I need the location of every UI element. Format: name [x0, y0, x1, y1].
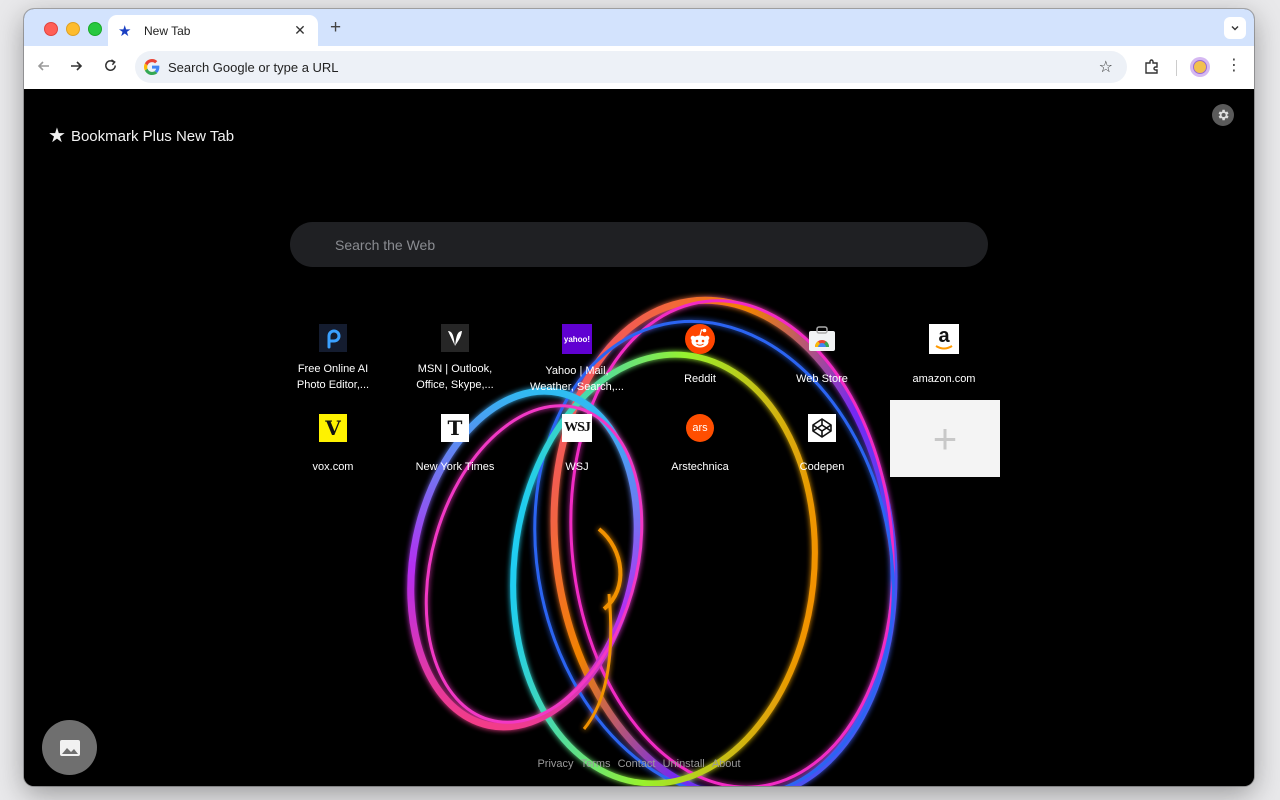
footer-link-about[interactable]: About	[712, 758, 741, 770]
footer-links: Privacy Terms Contact Uninstall About	[24, 758, 1254, 770]
arrow-left-icon	[37, 61, 49, 71]
browser-window: ★ New Tab ✕ + Search Google or type a UR…	[24, 9, 1254, 786]
forward-button[interactable]	[66, 58, 86, 79]
shortcut-codepen[interactable]: Codepen	[767, 414, 877, 490]
shortcut-web-store[interactable]: Web Store	[767, 324, 877, 400]
ars-icon: ars	[686, 414, 714, 442]
google-icon	[144, 59, 160, 75]
shortcut-label: MSN | Outlook, Office, Skype,...	[416, 363, 494, 391]
shortcut-label: vox.com	[312, 461, 354, 473]
shortcut-label: WSJ	[565, 461, 589, 473]
footer-link-contact[interactable]: Contact	[618, 758, 656, 770]
yahoo-icon-text: yahoo!	[563, 334, 591, 344]
tab-new-tab[interactable]: ★ New Tab ✕	[108, 15, 318, 46]
vox-icon: V	[319, 414, 347, 442]
image-icon	[59, 739, 80, 756]
shortcut-label: amazon.com	[912, 373, 976, 385]
tab-close-icon[interactable]: ✕	[292, 22, 308, 39]
reload-icon	[104, 59, 116, 71]
toolbar: Search Google or type a URL ☆ ⋮	[24, 46, 1254, 90]
avatar-icon	[1193, 60, 1207, 74]
shortcut-label: Yahoo | Mail, Weather, Search,...	[530, 365, 624, 393]
star-icon: ★	[118, 22, 132, 40]
extensions-button[interactable]	[1143, 58, 1161, 76]
vox-icon-text: V	[325, 416, 341, 440]
shortcut-msn[interactable]: MSN | Outlook, Office, Skype,...	[400, 324, 510, 400]
shortcut-label: Reddit	[684, 373, 716, 385]
wsj-icon-text: WSJ	[564, 420, 591, 435]
reddit-icon	[685, 324, 715, 354]
brand-label: Bookmark Plus New Tab	[70, 127, 235, 145]
arrow-right-icon	[71, 61, 83, 71]
amazon-icon: a	[929, 324, 959, 354]
brand-title: ★ Bookmark Plus New Tab	[48, 125, 235, 147]
star-icon: ★	[48, 125, 66, 147]
background-rings-image	[407, 296, 898, 786]
shortcut-label: Arstechnica	[671, 461, 729, 473]
new-tab-page: ★ Bookmark Plus New Tab Free Online AI P…	[24, 89, 1254, 786]
maximize-window-button[interactable]	[88, 22, 102, 36]
nytimes-icon-text: T	[447, 416, 463, 440]
msn-butterfly-icon	[441, 324, 469, 352]
browser-menu-button[interactable]: ⋮	[1226, 57, 1242, 75]
omnibox[interactable]: Search Google or type a URL ☆	[135, 51, 1127, 83]
chevron-down-icon	[1231, 26, 1239, 31]
web-search-bar	[290, 222, 988, 267]
amazon-icon-text: a	[938, 325, 950, 347]
yahoo-icon: yahoo!	[562, 324, 592, 354]
codepen-icon	[808, 414, 836, 442]
web-store-icon	[807, 324, 837, 354]
close-window-button[interactable]	[44, 22, 58, 36]
shortcut-wsj[interactable]: WSJ WSJ	[522, 414, 632, 490]
shortcut-pixlr[interactable]: Free Online AI Photo Editor,...	[278, 324, 388, 400]
nytimes-icon: T	[441, 414, 469, 442]
pixlr-icon	[319, 324, 347, 352]
back-button[interactable]	[34, 58, 54, 79]
omnibox-placeholder: Search Google or type a URL	[168, 59, 339, 75]
shortcut-vox[interactable]: V vox.com	[278, 414, 388, 490]
shortcut-yahoo[interactable]: yahoo! Yahoo | Mail, Weather, Search,...	[522, 324, 632, 400]
web-search-input[interactable]	[333, 235, 937, 254]
footer-link-terms[interactable]: Terms	[581, 758, 611, 770]
new-tab-button[interactable]: +	[330, 18, 341, 38]
shortcut-arstechnica[interactable]: ars Arstechnica	[645, 414, 755, 490]
tab-strip: ★ New Tab ✕ +	[24, 9, 1254, 46]
puzzle-icon	[1145, 59, 1158, 74]
settings-button[interactable]	[1212, 104, 1234, 126]
shortcut-reddit[interactable]: Reddit	[645, 324, 755, 400]
shortcut-amazon[interactable]: a amazon.com	[889, 324, 999, 400]
tab-title: New Tab	[144, 23, 191, 38]
window-controls	[44, 22, 102, 36]
footer-link-privacy[interactable]: Privacy	[537, 758, 573, 770]
reload-button[interactable]	[100, 58, 120, 78]
tab-search-button[interactable]	[1224, 17, 1246, 39]
shortcut-label: Codepen	[799, 461, 845, 473]
shortcut-label: Free Online AI Photo Editor,...	[296, 363, 370, 391]
minimize-window-button[interactable]	[66, 22, 80, 36]
add-shortcut-button[interactable]: +	[890, 400, 1000, 477]
gear-icon	[1218, 109, 1229, 121]
ars-icon-text: ars	[692, 422, 708, 434]
shortcut-label: Web Store	[796, 373, 848, 385]
bookmark-star-icon[interactable]: ☆	[1099, 57, 1113, 77]
wsj-icon: WSJ	[562, 414, 592, 442]
shortcut-label: New York Times	[415, 461, 495, 473]
profile-avatar[interactable]	[1190, 57, 1210, 77]
plus-icon: +	[932, 414, 958, 462]
toolbar-separator	[1176, 60, 1177, 76]
footer-link-uninstall[interactable]: Uninstall	[663, 758, 705, 770]
shortcut-nytimes[interactable]: T New York Times	[400, 414, 510, 490]
